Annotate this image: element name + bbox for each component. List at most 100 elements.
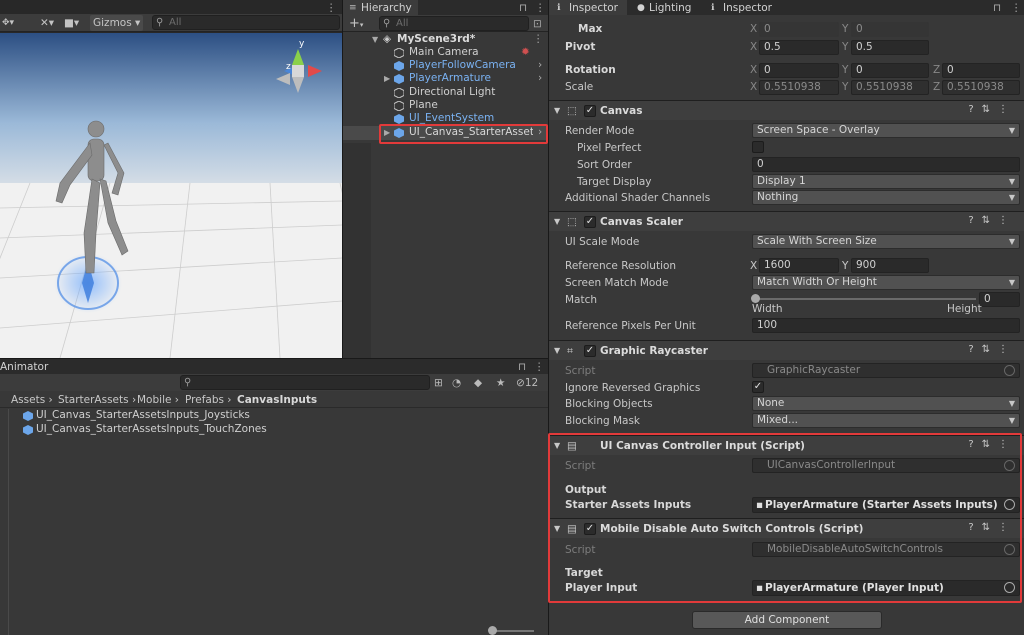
hidden-count-icon[interactable]: ⊘12 — [516, 375, 538, 391]
highlight-box-inspector — [548, 433, 1022, 603]
canvas-enabled-checkbox[interactable]: ✓ — [584, 105, 596, 117]
project-menu-icon[interactable]: ⋮ — [534, 360, 545, 374]
inspector-menu-icon[interactable]: ⋮ — [1011, 1, 1022, 15]
screen-match-mode-dropdown[interactable]: Match Width Or Height ▼ — [752, 275, 1020, 290]
match-value-field[interactable]: 0 — [979, 292, 1020, 307]
scale-label: Scale — [565, 81, 594, 93]
hierarchy-search-input[interactable]: ⚲ All — [379, 16, 529, 31]
raycaster-enabled-checkbox[interactable]: ✓ — [584, 345, 596, 357]
breadcrumb-starterassets[interactable]: StarterAssets › — [58, 393, 136, 407]
canvas-title: Canvas — [600, 105, 643, 117]
add-button[interactable]: +▾ — [349, 16, 363, 32]
tab-label: Lighting — [649, 2, 692, 14]
pivot-x-field[interactable]: 0.5 — [759, 40, 839, 55]
foldout-arrow-icon[interactable]: ▼ — [554, 104, 560, 118]
star-icon[interactable]: ★ — [496, 375, 505, 391]
add-component-button[interactable]: Add Component — [692, 611, 882, 629]
scene-search-input[interactable]: ⚲ All — [152, 15, 340, 30]
match-width-label: Width — [752, 303, 783, 315]
ignore-reversed-checkbox[interactable]: ✓ — [752, 381, 764, 393]
prefab-cube-icon — [23, 411, 33, 421]
tab-inspector-2[interactable]: ℹ Inspector — [709, 0, 789, 15]
view-tool-icon[interactable]: ✥▾ — [2, 15, 14, 31]
max-y-field[interactable]: 0 — [851, 22, 929, 37]
lock-icon[interactable]: ⊓ — [993, 1, 1001, 15]
project-file-touchzones[interactable]: UI_Canvas_StarterAssetsInputs_TouchZones — [0, 423, 548, 437]
scene-menu-icon[interactable]: ⋮ — [533, 33, 544, 46]
reference-resolution-y-field[interactable]: 900 — [851, 258, 929, 273]
foldout-arrow-icon[interactable]: ▼ — [554, 344, 560, 358]
pixel-perfect-checkbox[interactable] — [752, 141, 764, 153]
foldout-arrow-icon[interactable]: ▼ — [554, 215, 560, 229]
hierarchy-item-directional-light[interactable]: Directional Light — [343, 86, 548, 99]
scale-y-field[interactable]: 0.5510938 — [851, 80, 929, 95]
reference-resolution-label: Reference Resolution — [565, 260, 677, 272]
tab-lighting[interactable]: ● Lighting — [635, 0, 707, 15]
expand-arrow-icon[interactable]: ▼ — [372, 33, 378, 46]
tab-animator[interactable]: Animator — [0, 360, 48, 374]
breadcrumb-canvasinputs[interactable]: CanvasInputs — [237, 393, 317, 407]
camera-icon[interactable]: ■▾ — [64, 15, 79, 31]
axis-z-label: Z — [933, 64, 941, 76]
graphic-raycaster-header[interactable]: ▼ ⌗ ✓ Graphic Raycaster ?⇅⋮ — [549, 340, 1024, 360]
match-slider-track[interactable] — [754, 298, 976, 300]
hierarchy-item-plane[interactable]: Plane — [343, 99, 548, 112]
object-picker-icon[interactable] — [1004, 365, 1015, 376]
project-search-input[interactable]: ⚲ — [180, 375, 430, 390]
shader-channels-dropdown[interactable]: Nothing ▼ — [752, 190, 1020, 205]
component-header-icons[interactable]: ?⇅⋮ — [968, 104, 1016, 115]
breadcrumb-mobile[interactable]: Mobile › — [137, 393, 179, 407]
blocking-objects-dropdown[interactable]: None ▼ — [752, 396, 1020, 411]
breadcrumb-prefabs[interactable]: Prefabs › — [185, 393, 232, 407]
label-icon[interactable]: ◆ — [474, 375, 482, 391]
rotation-x-field[interactable]: 0 — [759, 63, 839, 78]
chevron-down-icon: ▼ — [1008, 416, 1015, 425]
canvas-scaler-header[interactable]: ▼ ⬚ ✓ Canvas Scaler ?⇅⋮ — [549, 211, 1024, 231]
reference-resolution-x-field[interactable]: 1600 — [759, 258, 839, 273]
max-x-field[interactable]: 0 — [759, 22, 839, 37]
tab-hierarchy[interactable]: ≡ Hierarchy — [343, 0, 418, 15]
scale-x-field[interactable]: 0.5510938 — [759, 80, 839, 95]
rotation-z-field[interactable]: 0 — [942, 63, 1020, 78]
project-file-joysticks[interactable]: UI_Canvas_StarterAssetsInputs_Joysticks — [0, 409, 548, 423]
scene-viewport[interactable]: y z — [0, 33, 342, 358]
search-icon: ⚲ — [156, 17, 164, 28]
filter-type-icon[interactable]: ◔ — [452, 375, 461, 391]
canvas-component-header[interactable]: ▼ ⬚ ✓ Canvas ?⇅⋮ — [549, 100, 1024, 120]
gizmos-button[interactable]: Gizmos ▾ — [90, 15, 144, 31]
rotation-y-field[interactable]: 0 — [851, 63, 929, 78]
hierarchy-item-main-camera[interactable]: Main Camera ✹ — [343, 46, 548, 59]
lock-icon[interactable]: ⊓ — [519, 1, 527, 15]
scene-menu-icon[interactable]: ⋮ — [326, 0, 337, 16]
hierarchy-menu-icon[interactable]: ⋮ — [535, 1, 546, 15]
canvas-scaler-enabled-checkbox[interactable]: ✓ — [584, 216, 596, 228]
expand-arrow-icon[interactable]: ▶ — [384, 72, 390, 85]
chevron-right-icon[interactable]: › — [538, 72, 542, 85]
component-header-icons[interactable]: ?⇅⋮ — [968, 344, 1016, 355]
pivot-y-field[interactable]: 0.5 — [851, 40, 929, 55]
gizmo-y-label: y — [299, 39, 305, 49]
ui-scale-mode-dropdown[interactable]: Scale With Screen Size ▼ — [752, 234, 1020, 249]
tools-icon[interactable]: ✕▾ — [40, 15, 54, 31]
search-filter-icon[interactable]: ⊡ — [533, 16, 542, 32]
component-header-icons[interactable]: ?⇅⋮ — [968, 215, 1016, 226]
chevron-right-icon[interactable]: › — [538, 59, 542, 72]
lock-icon[interactable]: ⊓ — [518, 360, 526, 374]
reference-ppu-field[interactable]: 100 — [752, 318, 1020, 333]
icon-size-slider-thumb[interactable] — [488, 626, 497, 635]
target-display-dropdown[interactable]: Display 1 ▼ — [752, 174, 1020, 189]
breadcrumb-assets[interactable]: Assets › — [11, 393, 53, 407]
tab-inspector[interactable]: ℹ Inspector — [549, 0, 627, 15]
hierarchy-item-label: Directional Light — [409, 86, 496, 98]
raycaster-script-field[interactable]: GraphicRaycaster — [752, 363, 1020, 378]
hierarchy-item-player-follow-camera[interactable]: PlayerFollowCamera › — [343, 59, 548, 72]
scene-root-row[interactable]: ▼ ◈ MyScene3rd* ⋮ — [343, 33, 548, 46]
sort-order-field[interactable]: 0 — [752, 157, 1020, 172]
hierarchy-item-player-armature[interactable]: ▶ PlayerArmature › — [343, 72, 548, 85]
render-mode-dropdown[interactable]: Screen Space - Overlay ▼ — [752, 123, 1020, 138]
create-icon[interactable]: ⊞ — [434, 375, 443, 391]
reference-ppu-label: Reference Pixels Per Unit — [565, 320, 696, 332]
scale-z-field[interactable]: 0.5510938 — [942, 80, 1020, 95]
blocking-mask-dropdown[interactable]: Mixed... ▼ — [752, 413, 1020, 428]
highlight-box-hierarchy — [379, 124, 548, 144]
